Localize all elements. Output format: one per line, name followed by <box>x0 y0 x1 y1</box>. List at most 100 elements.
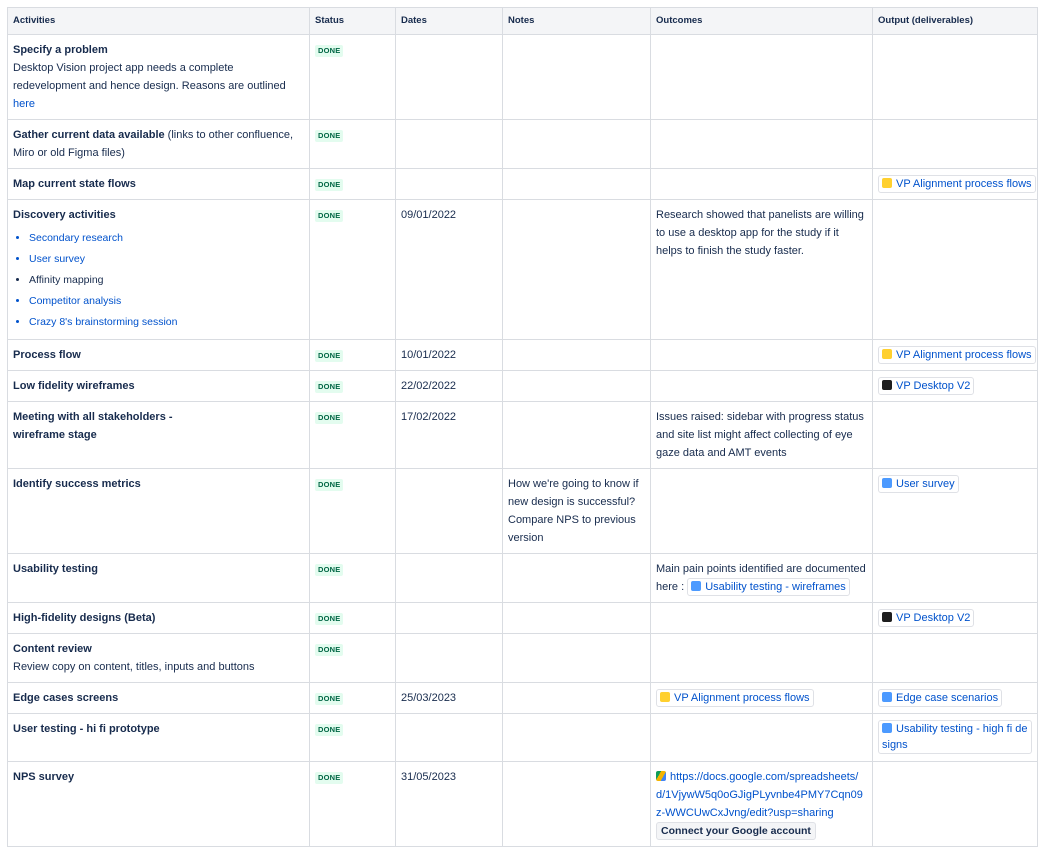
date-cell <box>395 713 503 762</box>
activity-title: Map current state flows <box>13 178 136 190</box>
activity-cell: Low fidelity wireframes <box>7 370 310 402</box>
activity-description: Gather current data available (links to … <box>13 129 293 159</box>
table-row: Low fidelity wireframes DONE 22/02/2022 … <box>7 370 1038 402</box>
miro-link-chip[interactable]: VP Alignment process flows <box>878 175 1036 193</box>
activity-description: Review copy on content, titles, inputs a… <box>13 661 255 673</box>
activity-title: Process flow <box>13 349 81 361</box>
chip-label: VP Alignment process flows <box>674 692 810 704</box>
status-badge: DONE <box>315 45 344 57</box>
outcome-cell <box>650 119 873 169</box>
doc-link-chip[interactable]: User survey <box>878 475 959 493</box>
status-badge: DONE <box>315 381 344 393</box>
activity-title: User testing - hi fi prototype <box>13 723 160 735</box>
outcome-cell <box>650 602 873 634</box>
header-outcomes: Outcomes <box>650 7 873 35</box>
list-item[interactable]: User survey <box>29 249 304 270</box>
output-cell: VP Desktop V2 <box>872 370 1038 402</box>
header-output: Output (deliverables) <box>872 7 1038 35</box>
table-row: Content review Review copy on content, t… <box>7 633 1038 683</box>
list-item[interactable]: Competitor analysis <box>29 291 304 312</box>
miro-link-chip[interactable]: VP Alignment process flows <box>878 346 1036 364</box>
outcome-cell: Research showed that panelists are willi… <box>650 199 873 340</box>
outcome-cell <box>650 468 873 554</box>
activity-title: High-fidelity designs (Beta) <box>13 612 156 624</box>
doc-link-chip[interactable]: Edge case scenarios <box>878 689 1003 707</box>
status-cell: DONE <box>309 370 396 402</box>
activity-title: Edge cases screens <box>13 692 119 704</box>
activity-cell: User testing - hi fi prototype <box>7 713 310 762</box>
output-cell <box>872 34 1038 120</box>
activity-cell: Discovery activities Secondary research … <box>7 199 310 340</box>
figma-link-chip[interactable]: VP Desktop V2 <box>878 377 975 395</box>
table-row: User testing - hi fi prototype DONE Usab… <box>7 713 1038 762</box>
output-cell <box>872 553 1038 603</box>
connect-google-button[interactable]: Connect your Google account <box>656 822 816 840</box>
table-row: Specify a problem Desktop Vision project… <box>7 34 1038 120</box>
output-cell: Edge case scenarios <box>872 682 1038 714</box>
list-item[interactable]: Secondary research <box>29 228 304 249</box>
activity-cell: Process flow <box>7 339 310 371</box>
output-cell: User survey <box>872 468 1038 554</box>
chip-label: VP Desktop V2 <box>896 380 971 392</box>
date-cell <box>395 119 503 169</box>
notes-cell <box>502 34 651 120</box>
status-cell: DONE <box>309 34 396 120</box>
activity-cell: Meeting with all stakeholders - wirefram… <box>7 401 310 469</box>
output-cell: VP Desktop V2 <box>872 602 1038 634</box>
activity-title: Content review <box>13 643 92 655</box>
date-cell <box>395 168 503 200</box>
table-row: Edge cases screens DONE 25/03/2023 VP Al… <box>7 682 1038 714</box>
date-cell <box>395 633 503 683</box>
notes-cell <box>502 370 651 402</box>
status-cell: DONE <box>309 119 396 169</box>
doc-link-chip[interactable]: Usability testing - wireframes <box>687 578 850 596</box>
doc-link-chip[interactable]: Usability testing - high fi designs <box>878 720 1032 754</box>
status-cell: DONE <box>309 339 396 371</box>
google-sheet-link[interactable]: https://docs.google.com/spreadsheets/d/1… <box>656 768 867 822</box>
list-item: Affinity mapping <box>29 270 304 291</box>
date-cell <box>395 553 503 603</box>
header-activities: Activities <box>7 7 310 35</box>
status-cell: DONE <box>309 761 396 847</box>
output-cell <box>872 401 1038 469</box>
status-cell: DONE <box>309 713 396 762</box>
header-notes: Notes <box>502 7 651 35</box>
status-cell: DONE <box>309 682 396 714</box>
here-link[interactable]: here <box>13 98 35 110</box>
figma-icon <box>882 612 892 622</box>
notes-cell <box>502 682 651 714</box>
outcome-cell: https://docs.google.com/spreadsheets/d/1… <box>650 761 873 847</box>
status-badge: DONE <box>315 693 344 705</box>
activity-title: Low fidelity wireframes <box>13 380 135 392</box>
outcome-cell: Issues raised: sidebar with progress sta… <box>650 401 873 469</box>
output-cell: VP Alignment process flows <box>872 339 1038 371</box>
table-row: Gather current data available (links to … <box>7 119 1038 169</box>
header-dates: Dates <box>395 7 503 35</box>
link-url: https://docs.google.com/spreadsheets/d/1… <box>656 771 863 819</box>
activity-cell: Usability testing <box>7 553 310 603</box>
outcome-cell <box>650 168 873 200</box>
notes-cell <box>502 633 651 683</box>
table-row: Discovery activities Secondary research … <box>7 199 1038 340</box>
document-icon <box>691 581 702 591</box>
list-item[interactable]: Crazy 8's brainstorming session <box>29 312 304 333</box>
date-cell <box>395 34 503 120</box>
status-badge: DONE <box>315 350 344 362</box>
date-cell <box>395 602 503 634</box>
outcome-cell: Main pain points identified are document… <box>650 553 873 603</box>
miro-link-chip[interactable]: VP Alignment process flows <box>656 689 814 707</box>
activity-title: NPS survey <box>13 771 75 783</box>
notes-cell <box>502 713 651 762</box>
date-cell <box>395 468 503 554</box>
header-status: Status <box>309 7 396 35</box>
status-cell: DONE <box>309 633 396 683</box>
figma-link-chip[interactable]: VP Desktop V2 <box>878 609 975 627</box>
status-cell: DONE <box>309 553 396 603</box>
outcome-cell: VP Alignment process flows <box>650 682 873 714</box>
miro-icon <box>882 349 892 359</box>
miro-icon <box>660 692 670 702</box>
activity-description: Desktop Vision project app needs a compl… <box>13 59 304 113</box>
notes-cell <box>502 339 651 371</box>
date-cell: 22/02/2022 <box>395 370 503 402</box>
date-cell: 25/03/2023 <box>395 682 503 714</box>
